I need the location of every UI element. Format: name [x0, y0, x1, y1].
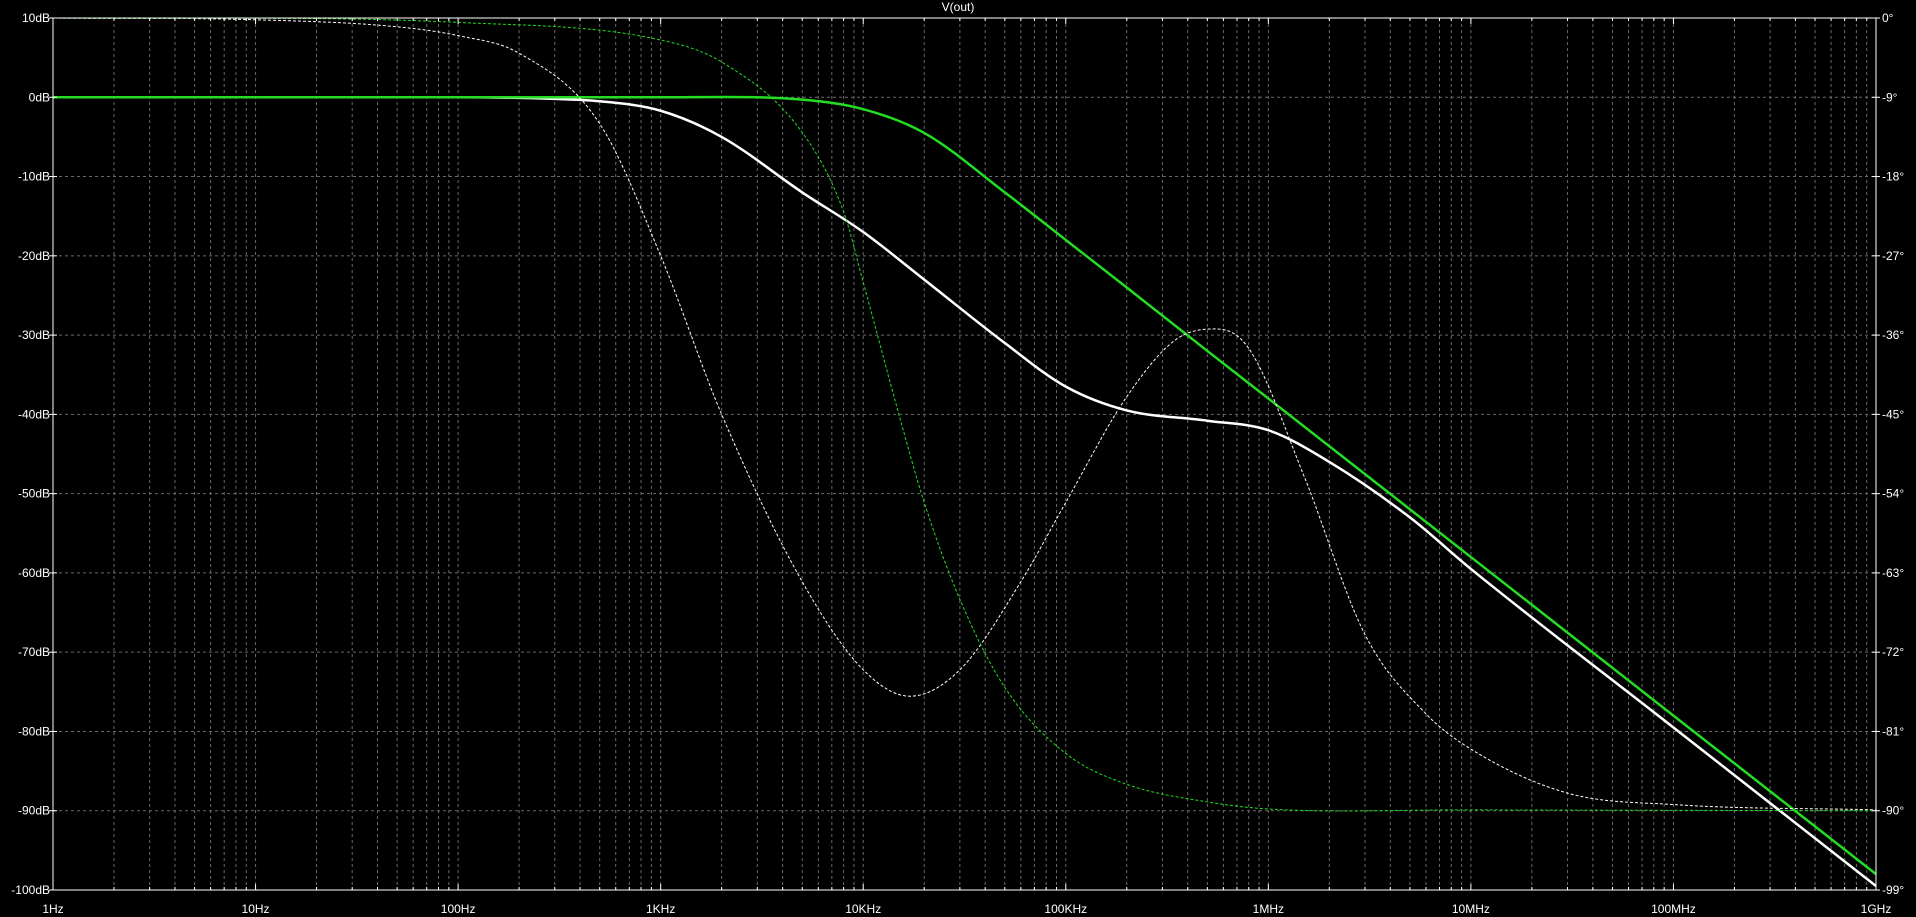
y-left-tick-label: -10dB — [18, 170, 50, 184]
y-left-tick-label: -30dB — [18, 328, 50, 342]
y-left-tick-label: 10dB — [22, 11, 50, 25]
y-right-tick-label: 0° — [1882, 11, 1894, 25]
x-tick-label: 100KHz — [1044, 902, 1087, 916]
x-tick-label: 1GHz — [1861, 902, 1892, 916]
x-tick-label: 1KHz — [646, 902, 675, 916]
y-right-tick-label: -90° — [1882, 804, 1904, 818]
y-right-tick-label: -18° — [1882, 170, 1904, 184]
y-right-tick-label: -45° — [1882, 407, 1904, 421]
x-tick-label: 100Hz — [441, 902, 476, 916]
y-left-tick-label: -20dB — [18, 249, 50, 263]
y-right-tick-label: -54° — [1882, 487, 1904, 501]
y-right-tick-label: -36° — [1882, 328, 1904, 342]
x-tick-label: 1MHz — [1253, 902, 1284, 916]
x-tick-label: 10KHz — [845, 902, 881, 916]
y-left-tick-label: -50dB — [18, 487, 50, 501]
y-left-tick-label: -70dB — [18, 645, 50, 659]
y-left-tick-label: -40dB — [18, 407, 50, 421]
bode-plot: V(out) 1Hz 10Hz 100Hz 1KHz 10KHz 100KHz 1MHz 10… — [0, 0, 1916, 917]
y-right-tick-label: -81° — [1882, 724, 1904, 738]
y-left-tick-label: -90dB — [18, 804, 50, 818]
x-tick-label: 10MHz — [1452, 902, 1490, 916]
y-right-tick-label: -9° — [1882, 90, 1898, 104]
x-tick-label: 10Hz — [242, 902, 270, 916]
y-right-tick-label: -99° — [1882, 883, 1904, 897]
y-right-tick-label: -72° — [1882, 645, 1904, 659]
y-left-tick-label: -80dB — [18, 724, 50, 738]
x-tick-label: 1Hz — [42, 902, 63, 916]
y-left-tick-label: -100dB — [11, 883, 50, 897]
y-left-tick-label: -60dB — [18, 566, 50, 580]
y-right-tick-label: -63° — [1882, 566, 1904, 580]
x-tick-label: 100MHz — [1651, 902, 1696, 916]
chart-title: V(out) — [942, 0, 975, 14]
y-right-tick-label: -27° — [1882, 249, 1904, 263]
y-left-tick-label: 0dB — [29, 90, 50, 104]
